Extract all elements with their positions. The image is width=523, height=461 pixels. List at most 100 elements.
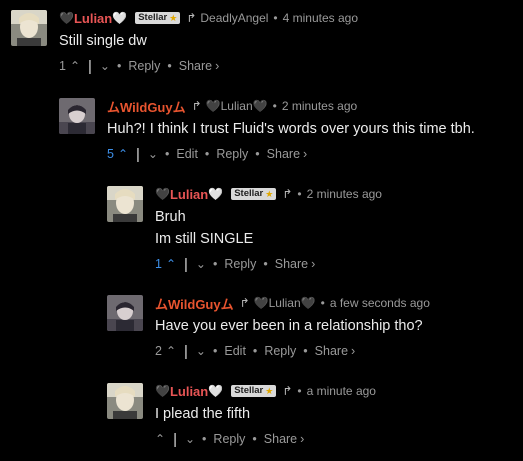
upvote-icon[interactable]: ⌃ xyxy=(166,344,176,358)
downvote-icon[interactable]: ⌄ xyxy=(185,432,195,446)
timestamp[interactable]: 2 minutes ago xyxy=(282,99,357,113)
comment-actions: 1 ⌃ | ⌄ • Reply • Share › xyxy=(155,255,382,273)
author-name[interactable]: Lulian xyxy=(170,187,208,202)
upvote-count: 2 xyxy=(155,344,162,358)
separator-dot: • xyxy=(273,11,278,25)
chevron-right-icon: › xyxy=(215,59,220,73)
vote-divider: | xyxy=(184,342,188,360)
share-button[interactable]: Share › xyxy=(275,257,316,271)
downvote-icon[interactable]: ⌄ xyxy=(196,344,206,358)
reply-button[interactable]: Reply xyxy=(264,344,296,358)
reply-arrow-icon: ↱ xyxy=(239,296,250,310)
author-name[interactable]: ムWildGuyム xyxy=(107,97,186,116)
edit-button[interactable]: Edit xyxy=(176,147,198,161)
comment-body: ムWildGuyム ↱ 🖤 Lulian 🖤 • 2 minutes ago H… xyxy=(107,98,475,163)
comment-body: 🖤 Lulian 🤍 Stellar ★ ↱ DeadlyAngel • 4 m… xyxy=(59,10,358,75)
timestamp[interactable]: 4 minutes ago xyxy=(283,11,358,25)
stellar-badge: Stellar ★ xyxy=(231,385,277,397)
reply-button[interactable]: Reply xyxy=(224,257,256,271)
share-button[interactable]: Share › xyxy=(315,344,356,358)
badge-label: Stellar xyxy=(138,12,168,23)
reply-button[interactable]: Reply xyxy=(213,432,245,446)
comment-header: ムWildGuyム ↱ 🖤 Lulian 🖤 • 2 minutes ago xyxy=(107,97,475,116)
comment-actions: ⌃ | ⌄ • Reply • Share › xyxy=(155,430,376,448)
share-label: Share xyxy=(266,147,301,161)
upvote-count: 5 xyxy=(107,147,114,161)
timestamp[interactable]: a minute ago xyxy=(307,384,376,398)
comment-text: Huh?! I think I trust Fluid's words over… xyxy=(107,118,475,140)
avatar[interactable] xyxy=(107,186,143,222)
avatar[interactable] xyxy=(107,295,143,331)
avatar[interactable] xyxy=(11,10,47,46)
reply-to-user[interactable]: 🖤 Lulian 🖤 xyxy=(206,99,268,113)
stellar-badge: Stellar ★ xyxy=(135,12,181,24)
author-link[interactable]: 🖤 Lulian 🤍 xyxy=(155,384,223,399)
reply-to-user[interactable]: 🖤 Lulian 🖤 xyxy=(254,296,316,310)
author-link[interactable]: 🖤 Lulian 🤍 xyxy=(59,11,127,26)
white-heart-icon: 🤍 xyxy=(208,187,224,201)
reply-arrow-icon: ↱ xyxy=(186,11,197,25)
star-icon: ★ xyxy=(169,13,178,23)
comment-text: I plead the fifth xyxy=(155,403,376,425)
author-link[interactable]: ムWildGuyム xyxy=(107,97,186,116)
separator-dot: • xyxy=(303,344,308,358)
chevron-right-icon: › xyxy=(351,344,356,358)
comment-text: Bruh Im still SINGLE xyxy=(155,206,382,250)
downvote-icon[interactable]: ⌄ xyxy=(196,257,206,271)
separator-dot: • xyxy=(116,59,122,73)
share-button[interactable]: Share › xyxy=(264,432,305,446)
dark-heart-icon: 🖤 xyxy=(252,99,268,113)
separator-dot: • xyxy=(164,147,170,161)
share-label: Share xyxy=(263,432,298,446)
share-label: Share xyxy=(274,257,309,271)
dark-heart-icon: 🖤 xyxy=(300,296,316,310)
reply-button[interactable]: Reply xyxy=(128,59,160,73)
separator-dot: • xyxy=(297,384,302,398)
downvote-icon[interactable]: ⌄ xyxy=(148,147,158,161)
separator-dot: • xyxy=(297,187,302,201)
star-icon: ★ xyxy=(265,386,274,396)
comment-header: 🖤 Lulian 🤍 Stellar ★ ↱ DeadlyAngel • 4 m… xyxy=(59,10,358,26)
upvote-icon[interactable]: ⌃ xyxy=(70,59,80,73)
reply-button[interactable]: Reply xyxy=(216,147,248,161)
vote-divider: | xyxy=(173,430,177,448)
upvote-icon[interactable]: ⌃ xyxy=(155,432,165,446)
downvote-icon[interactable]: ⌄ xyxy=(100,59,110,73)
reply-to-user[interactable]: DeadlyAngel xyxy=(200,11,268,25)
badge-label: Stellar xyxy=(234,188,264,199)
edit-button[interactable]: Edit xyxy=(224,344,246,358)
reply-arrow-icon: ↱ xyxy=(282,187,293,201)
reply-arrow-icon: ↱ xyxy=(191,99,202,113)
timestamp[interactable]: a few seconds ago xyxy=(330,296,430,310)
dark-heart-icon: 🖤 xyxy=(205,99,221,113)
upvote-icon[interactable]: ⌃ xyxy=(166,257,176,271)
vote-divider: | xyxy=(184,255,188,273)
author-link[interactable]: ムWildGuyム xyxy=(155,294,234,313)
dark-heart-icon: 🖤 xyxy=(155,187,170,201)
avatar[interactable] xyxy=(59,98,95,134)
upvote-icon[interactable]: ⌃ xyxy=(118,147,128,161)
avatar[interactable] xyxy=(107,383,143,419)
dark-heart-icon: 🖤 xyxy=(253,296,269,310)
share-button[interactable]: Share › xyxy=(267,147,308,161)
separator-dot: • xyxy=(320,296,325,310)
comment-line: Im still SINGLE xyxy=(155,231,254,247)
timestamp[interactable]: 2 minutes ago xyxy=(307,187,382,201)
author-link[interactable]: 🖤 Lulian 🤍 xyxy=(155,187,223,202)
share-button[interactable]: Share › xyxy=(179,59,220,73)
separator-dot: • xyxy=(202,432,207,446)
reply-arrow-icon: ↱ xyxy=(282,384,293,398)
separator-dot: • xyxy=(263,257,268,271)
comment-line: Bruh xyxy=(155,209,186,225)
separator-dot: • xyxy=(255,147,260,161)
comment-line: Have you ever been in a relationship tho… xyxy=(155,318,423,334)
dark-heart-icon: 🖤 xyxy=(155,384,170,398)
share-label: Share xyxy=(314,344,349,358)
share-label: Share xyxy=(178,59,213,73)
author-name[interactable]: Lulian xyxy=(74,11,112,26)
separator-dot: • xyxy=(212,257,218,271)
comment-actions: 2 ⌃ | ⌄ • Edit • Reply • Share › xyxy=(155,342,430,360)
comment-body: 🖤 Lulian 🤍 Stellar ★ ↱ • a minute ago I … xyxy=(155,383,376,448)
author-name[interactable]: Lulian xyxy=(170,384,208,399)
author-name[interactable]: ムWildGuyム xyxy=(155,294,234,313)
